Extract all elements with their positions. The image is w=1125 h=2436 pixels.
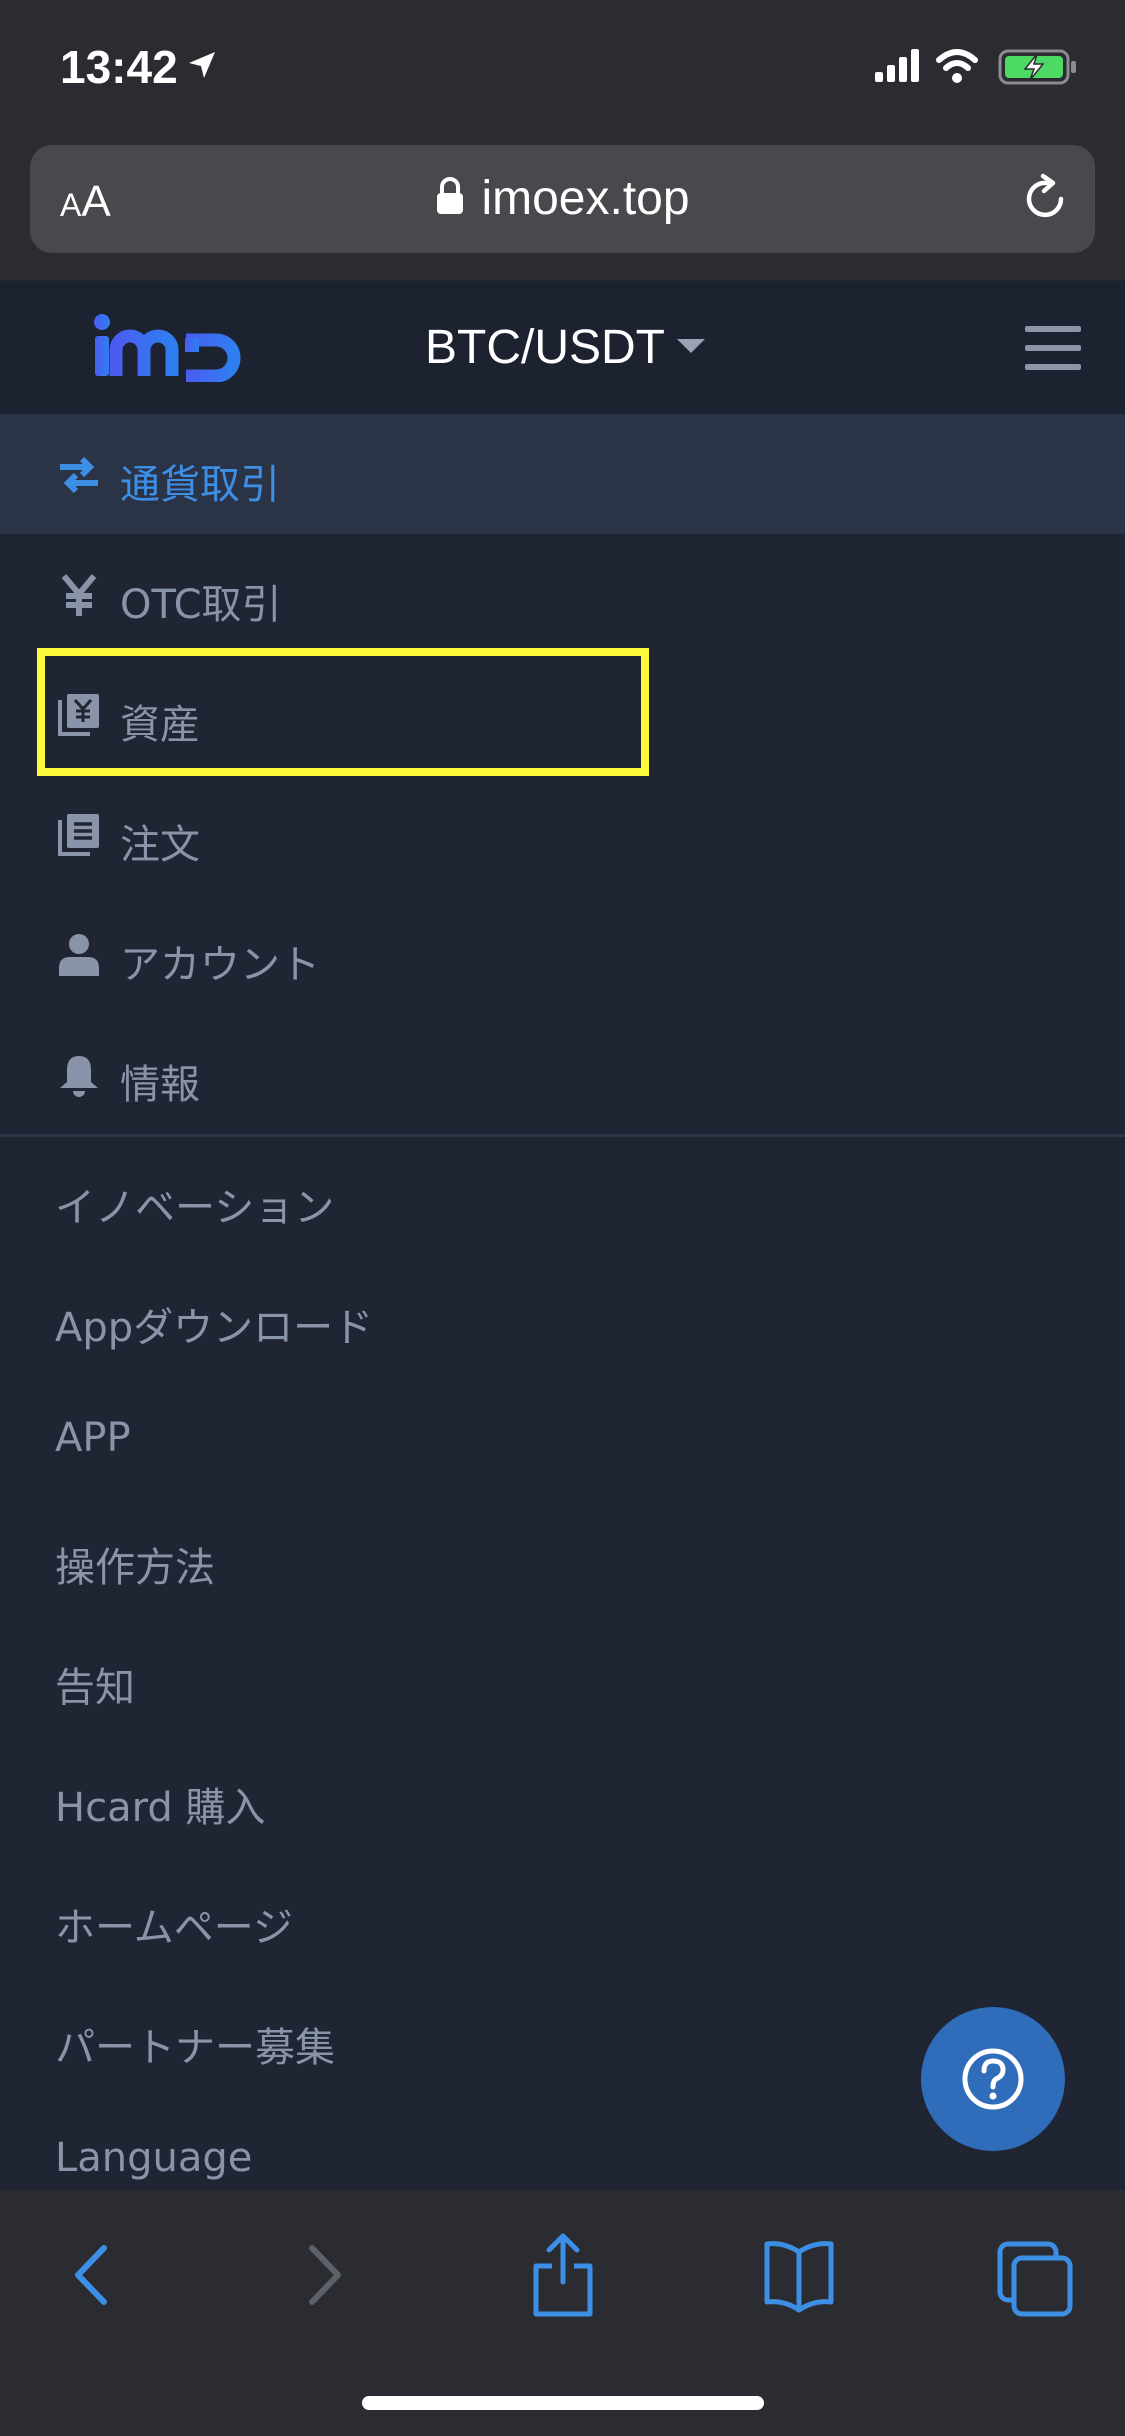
pair-selector[interactable]: BTC/USDT: [425, 320, 705, 375]
imo-logo[interactable]: [92, 312, 252, 382]
question-circle-icon: [962, 2048, 1024, 2110]
caret-down-icon: [677, 339, 705, 353]
browser-address-area: AA imoex.top: [0, 130, 1125, 280]
pair-label: BTC/USDT: [425, 321, 665, 374]
url-field[interactable]: imoex.top: [30, 171, 1095, 226]
user-icon: [59, 934, 99, 976]
menu-item-label: 操作方法: [55, 1545, 215, 1591]
browser-toolbar: [0, 2190, 1125, 2436]
status-time: 13:42: [60, 41, 178, 93]
status-bar: 13:42: [0, 0, 1125, 140]
menu-item-label: Language: [55, 2135, 253, 2181]
orders-icon: [58, 814, 99, 856]
menu-item-label: ホームページ: [55, 1905, 293, 1951]
address-bar[interactable]: AA imoex.top: [30, 145, 1095, 253]
menu-item-orders[interactable]: 注文: [0, 774, 1125, 894]
menu-item-info[interactable]: 情報: [0, 1014, 1125, 1134]
app-header: BTC/USDT: [0, 282, 1125, 414]
menu-item-app-download[interactable]: Appダウンロード: [0, 1257, 1125, 1377]
menu-item-otc[interactable]: OTC取引: [0, 534, 1125, 654]
yen-icon: [61, 574, 97, 616]
menu-item-label: Appダウンロード: [55, 1305, 374, 1351]
status-icons: [875, 49, 1076, 85]
menu-item-label: 注文: [120, 822, 200, 868]
share-icon[interactable]: [528, 2230, 598, 2320]
reload-icon[interactable]: [1017, 171, 1073, 227]
battery-charging-icon: [998, 49, 1076, 85]
signal-icon: [875, 49, 919, 82]
bell-icon: [60, 1056, 98, 1097]
back-icon[interactable]: [66, 2230, 116, 2320]
wifi-icon: [936, 49, 978, 83]
menu-item-label: 通貨取引: [120, 462, 280, 508]
menu-item-label: 告知: [55, 1665, 135, 1711]
menu-item-notice[interactable]: 告知: [0, 1617, 1125, 1737]
menu-item-label: パートナー募集: [55, 2025, 335, 2071]
menu-item-app[interactable]: APP: [0, 1377, 1125, 1497]
tabs-icon[interactable]: [996, 2230, 1076, 2320]
menu-item-account[interactable]: アカウント: [0, 894, 1125, 1014]
menu-item-label: Hcard 購入: [55, 1785, 266, 1831]
bookmarks-icon[interactable]: [762, 2230, 836, 2320]
hamburger-menu-icon[interactable]: [1025, 326, 1081, 383]
menu-item-hcard[interactable]: Hcard 購入: [0, 1737, 1125, 1857]
highlight-box: [37, 648, 649, 776]
menu-item-spot-trading[interactable]: 通貨取引: [0, 414, 1125, 534]
menu-item-label: 情報: [120, 1062, 200, 1108]
menu-item-label: イノベーション: [55, 1185, 335, 1231]
exchange-arrows-icon: [60, 456, 98, 494]
menu-item-how-to[interactable]: 操作方法: [0, 1497, 1125, 1617]
url-text: imoex.top: [481, 172, 690, 225]
lock-icon: [437, 177, 464, 214]
location-arrow-icon: [189, 52, 215, 78]
home-indicator: [362, 2396, 764, 2410]
menu-item-innovation[interactable]: イノベーション: [0, 1137, 1125, 1257]
help-button[interactable]: [921, 2007, 1065, 2151]
menu-item-label: アカウント: [120, 942, 320, 988]
menu-item-label: APP: [55, 1415, 131, 1461]
forward-icon[interactable]: [300, 2230, 350, 2320]
menu-item-label: OTC取引: [120, 582, 282, 628]
menu-item-homepage[interactable]: ホームページ: [0, 1857, 1125, 1977]
